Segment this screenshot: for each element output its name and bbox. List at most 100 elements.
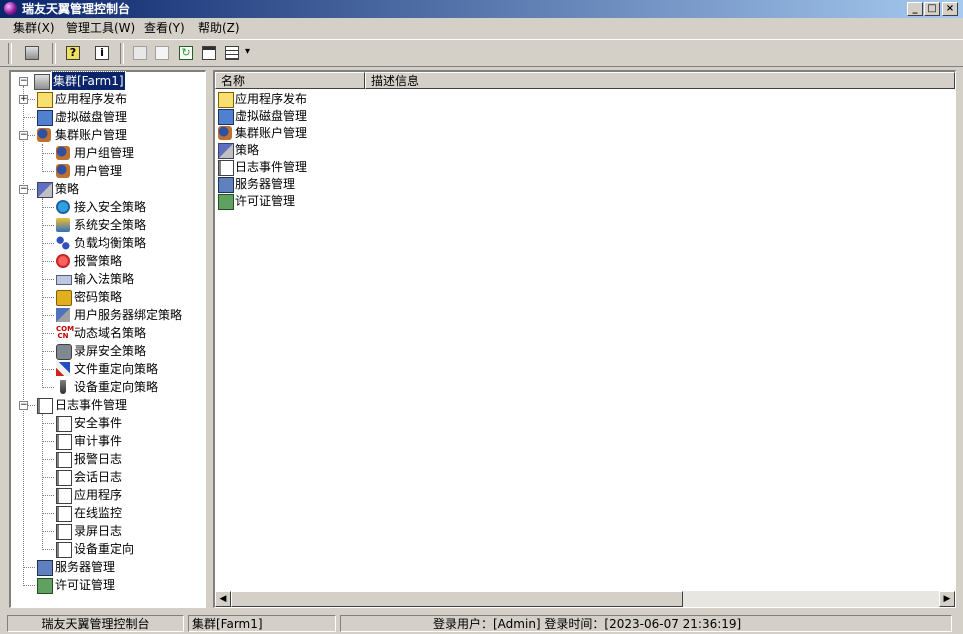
column-header-description[interactable]: 描述信息 bbox=[365, 72, 955, 89]
license-icon bbox=[37, 578, 53, 594]
scroll-left-button[interactable]: ◀ bbox=[215, 591, 231, 607]
view-grid-icon[interactable] bbox=[222, 43, 242, 63]
tree-item[interactable]: 安全事件 bbox=[15, 414, 205, 432]
keyboard-icon bbox=[56, 275, 72, 285]
tree-item[interactable]: 密码策略 bbox=[15, 288, 205, 306]
tree-item-label: 用户管理 bbox=[74, 164, 123, 178]
tree-item[interactable]: 应用程序 bbox=[15, 486, 205, 504]
server-icon bbox=[218, 177, 234, 193]
scroll-right-button[interactable]: ▶ bbox=[939, 591, 955, 607]
horizontal-scrollbar[interactable]: ◀ ▶ bbox=[215, 591, 955, 607]
tree-item-label: 报警策略 bbox=[74, 254, 123, 268]
list-item[interactable]: 服务器管理 bbox=[218, 176, 518, 193]
tree-item[interactable]: 在线监控 bbox=[15, 504, 205, 522]
log-icon bbox=[56, 524, 72, 540]
log-icon bbox=[56, 470, 72, 486]
tree-item-label: 设备重定向 bbox=[74, 542, 135, 556]
tree-item[interactable]: 用户管理 bbox=[15, 162, 205, 180]
tree-item-root[interactable]: − 集群[Farm1] bbox=[15, 71, 205, 91]
tree-item[interactable]: 会话日志 bbox=[15, 468, 205, 486]
tree-item[interactable]: 服务器管理 bbox=[15, 558, 205, 576]
list-item-name: 策略 bbox=[235, 143, 260, 157]
tree-line bbox=[42, 171, 54, 172]
camera-icon bbox=[56, 344, 72, 360]
shield-icon bbox=[56, 218, 70, 232]
menu-cluster[interactable]: 集群(X) bbox=[13, 18, 55, 38]
list-item[interactable]: 许可证管理 bbox=[218, 193, 518, 210]
tree-item[interactable]: + 应用程序发布 bbox=[15, 90, 205, 108]
tree-item[interactable]: 许可证管理 bbox=[15, 576, 205, 594]
toolbar: ? i ↻ ▾ bbox=[0, 39, 963, 67]
tree-item[interactable]: 设备重定向 bbox=[15, 540, 205, 558]
close-button[interactable]: × bbox=[942, 2, 958, 16]
tree-line bbox=[42, 459, 54, 460]
tree-item[interactable]: 录屏日志 bbox=[15, 522, 205, 540]
tree-item[interactable]: 报警日志 bbox=[15, 450, 205, 468]
list-item[interactable]: 虚拟磁盘管理 bbox=[218, 108, 518, 125]
tree-item-label: 服务器管理 bbox=[55, 560, 116, 574]
status-app-name: 瑞友天翼管理控制台 bbox=[7, 615, 184, 632]
column-header-name[interactable]: 名称 bbox=[215, 72, 365, 89]
tree-item[interactable]: 输入法策略 bbox=[15, 270, 205, 288]
list-item[interactable]: 日志事件管理 bbox=[218, 159, 518, 176]
alarm-icon bbox=[56, 254, 70, 268]
navigation-tree[interactable]: − 集群[Farm1] + 应用程序发布 虚拟磁盘管理 − 集群账户管理 用户组管理用户管… bbox=[9, 70, 206, 608]
collapse-icon[interactable]: − bbox=[19, 401, 28, 410]
window-title: 瑞友天翼管理控制台 bbox=[22, 2, 131, 16]
refresh-icon[interactable]: ↻ bbox=[176, 43, 196, 63]
menu-view[interactable]: 查看(Y) bbox=[144, 18, 185, 38]
tree-line bbox=[23, 585, 35, 586]
tree-item[interactable]: 用户服务器绑定策略 bbox=[15, 306, 205, 324]
collapse-icon[interactable]: − bbox=[19, 185, 28, 194]
tree-item[interactable]: 设备重定向策略 bbox=[15, 378, 205, 396]
tree-item[interactable]: 接入安全策略 bbox=[15, 198, 205, 216]
network-icon bbox=[56, 236, 70, 250]
tree-item-label: 会话日志 bbox=[74, 470, 123, 484]
tree-item[interactable]: 审计事件 bbox=[15, 432, 205, 450]
tree-item-label: 设备重定向策略 bbox=[74, 380, 159, 394]
detail-list[interactable]: 名称 描述信息 应用程序发布 虚拟磁盘管理 集群账户管理 策略日志事件管理 服务器管理许… bbox=[213, 70, 956, 608]
expand-icon[interactable]: + bbox=[19, 95, 28, 104]
log-icon bbox=[37, 398, 53, 414]
tree-item[interactable]: 用户组管理 bbox=[15, 144, 205, 162]
log-icon bbox=[56, 542, 72, 558]
minimize-button[interactable]: _ bbox=[907, 2, 923, 16]
cluster-icon[interactable] bbox=[22, 43, 42, 63]
tree-item[interactable]: 录屏安全策略 bbox=[15, 342, 205, 360]
help-icon[interactable]: ? bbox=[63, 43, 83, 63]
tree-item[interactable]: 负载均衡策略 bbox=[15, 234, 205, 252]
tree-item[interactable]: COM CN 动态域名策略 bbox=[15, 324, 205, 342]
tree-item[interactable]: − 集群账户管理 bbox=[15, 126, 205, 144]
info-icon[interactable]: i bbox=[92, 43, 112, 63]
collapse-icon[interactable]: − bbox=[19, 77, 28, 86]
tree-line bbox=[42, 315, 54, 316]
tree-line bbox=[23, 117, 35, 118]
toolbar-grip bbox=[8, 43, 12, 64]
copy-icon[interactable] bbox=[130, 43, 150, 63]
file-redirect-icon bbox=[56, 362, 70, 376]
tree-line bbox=[42, 207, 54, 208]
tree-item[interactable]: 系统安全策略 bbox=[15, 216, 205, 234]
tree-item[interactable]: 虚拟磁盘管理 bbox=[15, 108, 205, 126]
tree-item[interactable]: − 策略 bbox=[15, 180, 205, 198]
tree-item[interactable]: 报警策略 bbox=[15, 252, 205, 270]
tree-item-label: 系统安全策略 bbox=[74, 218, 147, 232]
collapse-icon[interactable]: − bbox=[19, 131, 28, 140]
tree-item[interactable]: − 日志事件管理 bbox=[15, 396, 205, 414]
disk-icon bbox=[37, 110, 53, 126]
title-bar: 瑞友天翼管理控制台 _ □ × bbox=[0, 0, 963, 18]
menu-help[interactable]: 帮助(Z) bbox=[198, 18, 240, 38]
tree-item[interactable]: 文件重定向策略 bbox=[15, 360, 205, 378]
list-item[interactable]: 应用程序发布 bbox=[218, 91, 518, 108]
properties-icon[interactable] bbox=[199, 43, 219, 63]
view-dropdown-icon[interactable]: ▾ bbox=[245, 46, 250, 57]
page-icon[interactable] bbox=[152, 43, 172, 63]
menu-tools[interactable]: 管理工具(W) bbox=[66, 18, 135, 38]
list-item[interactable]: 集群账户管理 bbox=[218, 125, 518, 142]
dns-icon: COM CN bbox=[56, 325, 75, 340]
log-icon bbox=[56, 416, 72, 432]
maximize-button[interactable]: □ bbox=[924, 2, 940, 16]
scroll-thumb[interactable] bbox=[231, 591, 683, 607]
list-item[interactable]: 策略 bbox=[218, 142, 518, 159]
list-item-name: 许可证管理 bbox=[235, 194, 296, 208]
